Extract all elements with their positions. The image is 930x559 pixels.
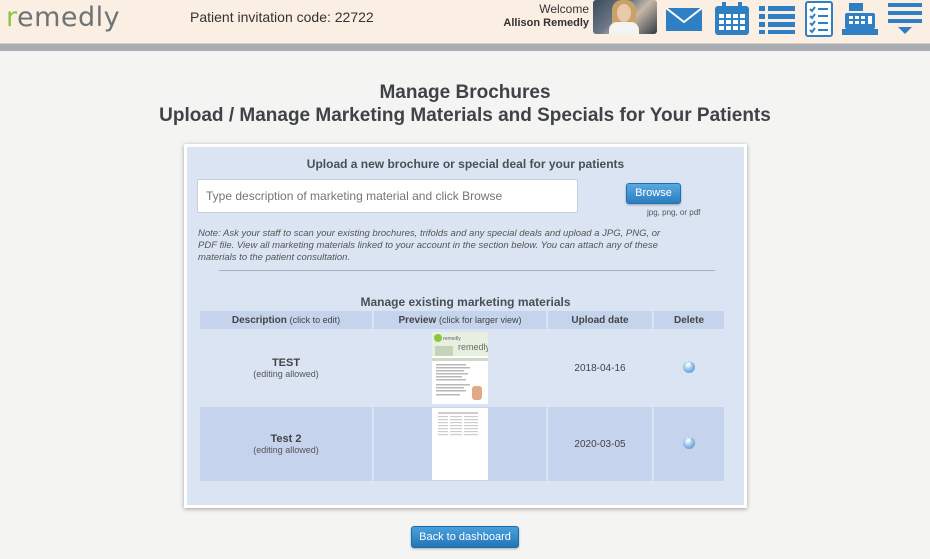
editing-note: (editing allowed) [253, 369, 319, 379]
menu-icon[interactable] [886, 2, 924, 36]
col-upload-date: Upload date [548, 311, 652, 329]
thumb-brand-large: remedly [458, 342, 488, 352]
list-icon[interactable] [758, 2, 796, 36]
brochure-thumbnail[interactable]: remedly remedly [432, 332, 488, 404]
upload-date: 2018-04-16 [548, 331, 652, 405]
delete-cell [654, 331, 724, 405]
checklist-icon[interactable] [800, 1, 838, 37]
col-preview: Preview (click for larger view) [374, 311, 546, 329]
calendar-icon[interactable] [713, 2, 751, 36]
delete-cell [654, 407, 724, 481]
delete-icon[interactable] [683, 359, 695, 373]
logo-text: emedly [17, 2, 121, 33]
browse-button[interactable]: Browse [626, 183, 681, 204]
col-delete: Delete [654, 311, 724, 329]
material-name[interactable]: TEST [200, 357, 372, 369]
col-description: Description (click to edit) [200, 311, 372, 329]
material-preview[interactable]: remedly remedly [374, 331, 546, 405]
material-name[interactable]: Test 2 [200, 433, 372, 445]
editing-note: (editing allowed) [253, 445, 319, 455]
top-header: remedly Patient invitation code: 22722 W… [0, 0, 930, 44]
page-title-line2: Upload / Manage Marketing Materials and … [159, 105, 771, 126]
avatar[interactable] [593, 0, 657, 34]
upload-date: 2020-03-05 [548, 407, 652, 481]
user-name[interactable]: Allison Remedly [503, 16, 589, 30]
page-title-line1: Manage Brochures [379, 82, 551, 103]
document-thumbnail[interactable] [432, 408, 488, 480]
delete-icon[interactable] [683, 435, 695, 449]
back-to-dashboard-button[interactable]: Back to dashboard [411, 526, 519, 548]
file-types-hint: jpg, png, or pdf [647, 208, 701, 217]
section-divider [219, 270, 715, 271]
table-row: TEST (editing allowed) remedly remedly 2… [200, 331, 724, 405]
table-row: Test 2 (editing allowed) 2020-03-05 × [200, 407, 724, 481]
description-input[interactable] [197, 179, 578, 213]
cash-register-icon[interactable] [841, 2, 879, 36]
material-description[interactable]: TEST (editing allowed) [200, 331, 372, 405]
material-preview[interactable] [374, 407, 546, 481]
material-description[interactable]: Test 2 (editing allowed) [200, 407, 372, 481]
invitation-code: Patient invitation code: 22722 [190, 9, 374, 25]
header-divider [0, 44, 930, 51]
brochures-panel: Upload a new brochure or special deal fo… [184, 144, 747, 508]
welcome-label: Welcome [539, 2, 589, 16]
upload-note: Note: Ask your staff to scan your existi… [198, 228, 661, 263]
upload-heading: Upload a new brochure or special deal fo… [306, 157, 625, 171]
remedly-logo[interactable]: remedly [6, 2, 120, 33]
manage-heading: Manage existing marketing materials [360, 295, 571, 309]
materials-table: Description (click to edit) Preview (cli… [198, 309, 726, 483]
table-header-row: Description (click to edit) Preview (cli… [200, 311, 724, 329]
welcome-block: Welcome Allison Remedly [503, 2, 589, 30]
page-title: Manage Brochures Upload / Manage Marketi… [0, 81, 930, 127]
mail-icon[interactable] [665, 2, 703, 36]
